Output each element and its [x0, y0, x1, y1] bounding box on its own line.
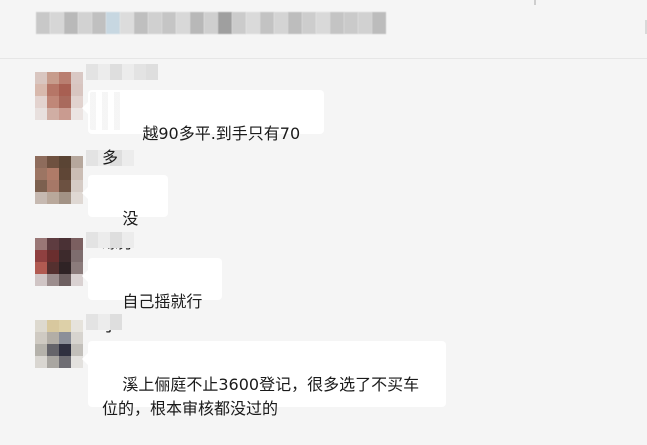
avatar-pixel — [47, 72, 59, 84]
avatar-pixel — [59, 168, 71, 180]
blurred-title-pixel — [260, 12, 274, 34]
blurred-title-pixel — [134, 12, 148, 34]
blurred-title-pixel — [372, 12, 386, 34]
avatar-pixel — [35, 344, 47, 356]
blurred-title-pixel — [190, 12, 204, 34]
avatar-pixel — [47, 332, 59, 344]
blurred-title-pixel — [50, 12, 64, 34]
avatar-pixel — [47, 180, 59, 192]
blurred-title-pixel — [78, 12, 92, 34]
avatar-pixel — [47, 238, 59, 250]
avatar-pixel — [59, 262, 71, 274]
blurred-title-pixel — [120, 12, 134, 34]
avatar-pixel — [47, 344, 59, 356]
blurred-title-pixel — [358, 12, 372, 34]
blurred-title-pixel — [218, 12, 232, 34]
avatar[interactable] — [35, 320, 83, 368]
avatar-pixel — [59, 108, 71, 120]
avatar-pixel — [35, 238, 47, 250]
message-bubble[interactable]: 没缘分 — [88, 175, 168, 217]
blurred-chat-title — [36, 12, 386, 34]
blurred-sender-name — [86, 232, 134, 248]
avatar[interactable] — [35, 238, 83, 286]
blurred-title-pixel — [246, 12, 260, 34]
avatar-pixel — [35, 250, 47, 262]
avatar-pixel — [35, 262, 47, 274]
avatar-pixel — [59, 320, 71, 332]
blurred-title-pixel — [344, 12, 358, 34]
avatar-pixel — [47, 84, 59, 96]
avatar-pixel — [35, 320, 47, 332]
blurred-sender-name — [86, 314, 122, 330]
avatar-pixel — [35, 192, 47, 204]
blurred-title-pixel — [176, 12, 190, 34]
blurred-title-pixel — [36, 12, 50, 34]
avatar-pixel — [71, 156, 83, 168]
avatar-pixel — [47, 250, 59, 262]
avatar-pixel — [35, 72, 47, 84]
message-bubble[interactable]: 自己摇就行了 — [88, 258, 222, 300]
avatar-pixel — [35, 332, 47, 344]
avatar-pixel — [71, 72, 83, 84]
message-bubble[interactable]: 越90多平.到手只有70多 — [88, 90, 324, 134]
avatar-pixel — [59, 84, 71, 96]
blurred-title-pixel — [288, 12, 302, 34]
avatar-pixel — [71, 332, 83, 344]
avatar-pixel — [35, 180, 47, 192]
blurred-title-pixel — [162, 12, 176, 34]
more-icon[interactable] — [604, 0, 618, 6]
blurred-title-pixel — [148, 12, 162, 34]
avatar[interactable] — [35, 72, 83, 120]
avatar-pixel — [59, 72, 71, 84]
avatar-pixel — [71, 250, 83, 262]
avatar-pixel — [47, 262, 59, 274]
avatar-pixel — [59, 250, 71, 262]
avatar-pixel — [71, 84, 83, 96]
avatar-pixel — [47, 96, 59, 108]
avatar-pixel — [35, 274, 47, 286]
blurred-title-pixel — [274, 12, 288, 34]
blurred-sender-name — [86, 64, 158, 80]
avatar-pixel — [59, 332, 71, 344]
blurred-title-pixel — [316, 12, 330, 34]
avatar-pixel — [59, 96, 71, 108]
blurred-title-pixel — [92, 12, 106, 34]
avatar-pixel — [35, 84, 47, 96]
chat-header — [0, 0, 647, 59]
blurred-title-pixel — [232, 12, 246, 34]
blurred-title-pixel — [106, 12, 120, 34]
avatar-pixel — [47, 108, 59, 120]
avatar-pixel — [59, 274, 71, 286]
avatar-pixel — [59, 356, 71, 368]
avatar-pixel — [59, 180, 71, 192]
avatar-pixel — [35, 156, 47, 168]
message-text: 溪上俪庭不止3600登记，很多选了不买车位的，根本审核都没过的 — [102, 375, 419, 418]
avatar-pixel — [59, 192, 71, 204]
avatar-pixel — [47, 356, 59, 368]
avatar-pixel — [71, 168, 83, 180]
avatar-pixel — [47, 156, 59, 168]
avatar-pixel — [35, 356, 47, 368]
avatar-pixel — [47, 320, 59, 332]
avatar-pixel — [59, 156, 71, 168]
avatar-pixel — [71, 238, 83, 250]
avatar-pixel — [35, 168, 47, 180]
message-bubble[interactable]: 溪上俪庭不止3600登记，很多选了不买车位的，根本审核都没过的 — [88, 341, 446, 407]
avatar-pixel — [47, 168, 59, 180]
avatar-pixel — [47, 274, 59, 286]
avatar-pixel — [59, 344, 71, 356]
blurred-title-pixel — [330, 12, 344, 34]
avatar-pixel — [59, 238, 71, 250]
blurred-title-pixel — [302, 12, 316, 34]
avatar-pixel — [35, 96, 47, 108]
avatar-pixel — [35, 108, 47, 120]
blurred-title-pixel — [204, 12, 218, 34]
pin-icon[interactable] — [528, 0, 542, 6]
avatar-pixel — [47, 192, 59, 204]
avatar-pixel — [71, 320, 83, 332]
avatar[interactable] — [35, 156, 83, 204]
blurred-title-pixel — [64, 12, 78, 34]
